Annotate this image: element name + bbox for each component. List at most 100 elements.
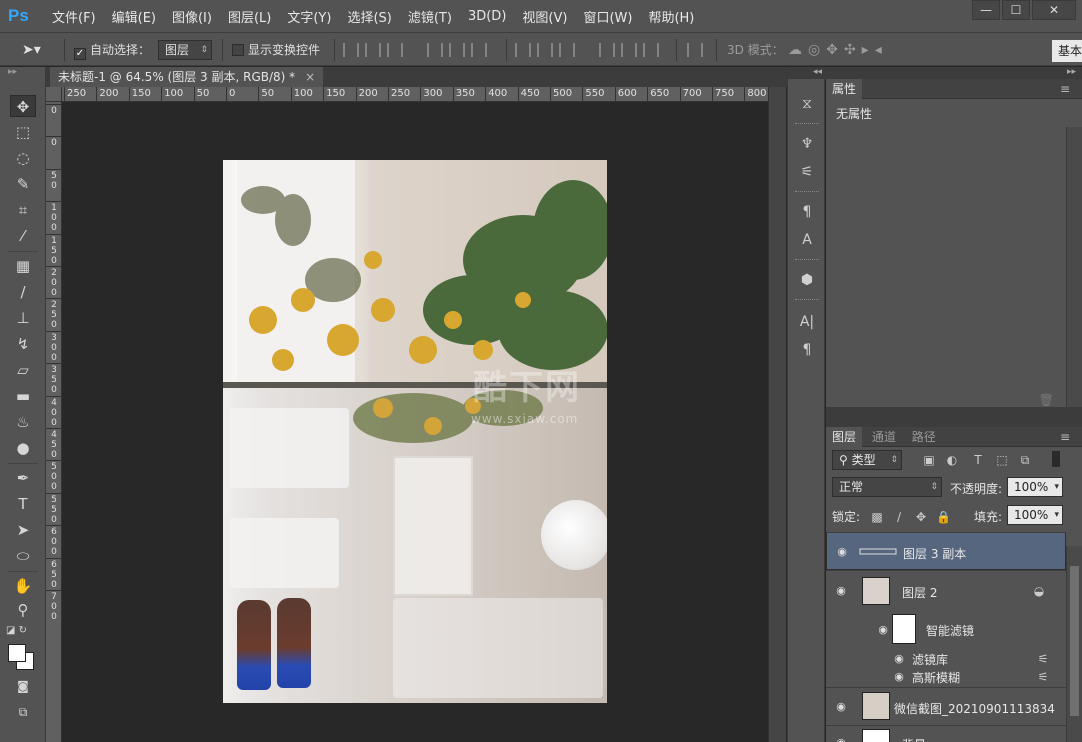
lasso-tool-icon[interactable]: ◌ xyxy=(10,147,36,169)
screen-mode-icon[interactable]: ⧉ xyxy=(10,701,36,723)
menu-filter[interactable]: 滤镜(T) xyxy=(400,7,460,26)
menu-type[interactable]: 文字(Y) xyxy=(279,7,339,26)
blend-mode-dropdown[interactable]: 正常 ⇕ xyxy=(832,477,942,497)
layer-row[interactable]: ◉ 微信截图_20210901113834 xyxy=(826,687,1066,725)
ellipse-tool-icon[interactable]: ⬭ xyxy=(10,545,36,567)
close-button[interactable]: ✕ xyxy=(1032,0,1076,20)
vertical-ruler[interactable]: 0 0 50 100 150 200 250 300 350 400 450 500 550 600 650… xyxy=(46,102,62,742)
document-image[interactable]: 酷下网 www.sxiaw.com xyxy=(223,160,607,703)
layer-row[interactable]: ◉ 图层 2 ◒ xyxy=(826,570,1066,610)
lock-position-icon[interactable]: ✥ xyxy=(914,510,928,524)
eraser-tool-icon[interactable]: ▱ xyxy=(10,359,36,381)
pixel-filter-icon[interactable]: ▣ xyxy=(922,453,936,467)
pen-tool-icon[interactable]: ✒ xyxy=(10,467,36,489)
menu-select[interactable]: 选择(S) xyxy=(339,7,399,26)
scrollbar-thumb[interactable] xyxy=(1070,566,1079,716)
canvas-scrollbar[interactable] xyxy=(768,87,786,742)
workspace-button[interactable]: 基本 xyxy=(1052,40,1082,62)
menu-layer[interactable]: 图层(L) xyxy=(220,7,279,26)
visibility-eye-icon[interactable]: ◉ xyxy=(892,652,906,666)
tab-paths[interactable]: 路径 xyxy=(906,427,942,447)
filter-toggle-icon[interactable] xyxy=(1052,451,1060,467)
stamp-tool-icon[interactable]: ⊥ xyxy=(10,307,36,329)
lock-pixels-icon[interactable]: ∕ xyxy=(892,510,906,524)
panel-menu-icon[interactable]: ≡ xyxy=(1054,79,1076,99)
crop-tool-icon[interactable]: ⌗ xyxy=(10,199,36,221)
blur-tool-icon[interactable]: ♨ xyxy=(10,411,36,433)
adjustment-filter-icon[interactable]: ◐ xyxy=(945,453,959,467)
menu-help[interactable]: 帮助(H) xyxy=(640,7,702,26)
auto-select-checkbox[interactable]: ✓ 自动选择： xyxy=(74,40,150,60)
menu-edit[interactable]: 编辑(E) xyxy=(104,7,164,26)
quick-mask-icon[interactable]: ◙ xyxy=(10,675,36,697)
lock-all-icon[interactable]: 🔒 xyxy=(936,510,951,524)
move-tool-icon[interactable]: ➤▾ xyxy=(22,40,41,60)
menu-3d[interactable]: 3D(D) xyxy=(460,9,514,24)
menu-window[interactable]: 窗口(W) xyxy=(575,7,640,26)
layer-filter-dropdown[interactable]: ⚲ 类型 ⇕ xyxy=(832,450,902,470)
default-colors-icon[interactable]: ◪ ↻ xyxy=(6,620,32,642)
menu-view[interactable]: 视图(V) xyxy=(514,7,575,26)
tab-layers[interactable]: 图层 xyxy=(826,427,863,447)
trash-icon[interactable]: 🗑 xyxy=(1039,393,1054,407)
minimize-button[interactable]: — xyxy=(972,0,1000,20)
distribute-icons-2[interactable] xyxy=(596,40,662,60)
smart-filter-badge-icon[interactable]: ◒ xyxy=(1032,584,1046,598)
shape-filter-icon[interactable]: ⬚ xyxy=(995,453,1009,467)
layer-row[interactable]: ◉ 高斯模糊 ⚟ xyxy=(826,668,1066,686)
paragraph-styles-icon[interactable]: ¶ xyxy=(796,201,818,223)
opacity-input[interactable]: 100% ▾ xyxy=(1007,477,1063,497)
align-icons-2[interactable] xyxy=(424,40,490,60)
lock-transparent-icon[interactable]: ▩ xyxy=(870,510,884,524)
move-tool-icon[interactable]: ✥ xyxy=(10,95,36,117)
tab-properties[interactable]: 属性 xyxy=(826,79,863,99)
align-icons[interactable] xyxy=(340,40,406,60)
maximize-button[interactable]: ☐ xyxy=(1002,0,1030,20)
menu-image[interactable]: 图像(I) xyxy=(164,7,220,26)
visibility-eye-icon[interactable]: ◉ xyxy=(834,700,848,714)
visibility-eye-icon[interactable]: ◉ xyxy=(835,545,849,559)
zoom-tool-icon[interactable]: ⚲ xyxy=(10,599,36,621)
filter-options-icon[interactable]: ⚟ xyxy=(1036,652,1050,666)
visibility-eye-icon[interactable]: ◉ xyxy=(834,736,848,742)
hand-tool-icon[interactable]: ✋ xyxy=(10,575,36,597)
layer-row[interactable]: ◉ 背景 xyxy=(826,725,1066,742)
filter-options-icon[interactable]: ⚟ xyxy=(1036,670,1050,684)
tab-close-icon[interactable]: × xyxy=(305,70,315,84)
distribute-icons[interactable] xyxy=(512,40,578,60)
gradient-tool-icon[interactable]: ▬ xyxy=(10,385,36,407)
document-tab[interactable]: 未标题-1 @ 64.5% (图层 3 副本, RGB/8) * × xyxy=(50,67,324,87)
eyedropper-tool-icon[interactable]: ⁄ xyxy=(10,225,36,247)
type-tool-icon[interactable]: T xyxy=(10,493,36,515)
smart-object-filter-icon[interactable]: ⧉ xyxy=(1018,453,1032,467)
tab-channels[interactable]: 通道 xyxy=(866,427,902,447)
dodge-tool-icon[interactable]: ● xyxy=(10,437,36,459)
auto-select-target-dropdown[interactable]: 图层 ⇕ xyxy=(158,40,212,60)
visibility-eye-icon[interactable]: ◉ xyxy=(834,584,848,598)
visibility-eye-icon[interactable]: ◉ xyxy=(876,623,890,637)
layer-row[interactable]: ◉ 滤镜库 ⚟ xyxy=(826,650,1066,668)
horizontal-ruler[interactable]: 250 200 150 100 50 0 50 100 150 200 250 300 350 400 45… xyxy=(62,87,768,102)
adjustments-panel-icon[interactable]: ⚟ xyxy=(796,161,818,183)
toolbar-grip[interactable]: ▸▸ xyxy=(0,67,45,79)
quick-select-tool-icon[interactable]: ✎ xyxy=(10,173,36,195)
auto-align-icon[interactable] xyxy=(684,40,706,60)
visibility-eye-icon[interactable]: ◉ xyxy=(892,670,906,684)
brush-panel-icon[interactable]: ♆ xyxy=(796,133,818,155)
3d-panel-icon[interactable]: ⬢ xyxy=(796,269,818,291)
layers-scrollbar[interactable] xyxy=(1066,546,1082,742)
dock-grip[interactable]: ◂◂ xyxy=(788,67,826,79)
show-transform-checkbox[interactable]: 显示变换控件 xyxy=(232,40,320,60)
path-select-tool-icon[interactable]: ➤ xyxy=(10,519,36,541)
history-brush-tool-icon[interactable]: ↯ xyxy=(10,333,36,355)
menu-file[interactable]: 文件(F) xyxy=(44,7,104,26)
healing-brush-tool-icon[interactable]: ▦ xyxy=(10,255,36,277)
fill-input[interactable]: 100% ▾ xyxy=(1007,505,1063,525)
panel-menu-icon[interactable]: ≡ xyxy=(1054,427,1076,447)
brush-tool-icon[interactable]: ∕ xyxy=(10,281,36,303)
layer-row[interactable]: ◉ 图层 3 副本 xyxy=(826,532,1066,570)
layer-row[interactable]: ◉ 智能滤镜 xyxy=(826,610,1066,650)
character-styles-icon[interactable]: A xyxy=(796,229,818,251)
3d-mode-icons[interactable]: ☁◎✥✣▸◂ xyxy=(788,40,888,60)
marquee-tool-icon[interactable]: ⬚ xyxy=(10,121,36,143)
